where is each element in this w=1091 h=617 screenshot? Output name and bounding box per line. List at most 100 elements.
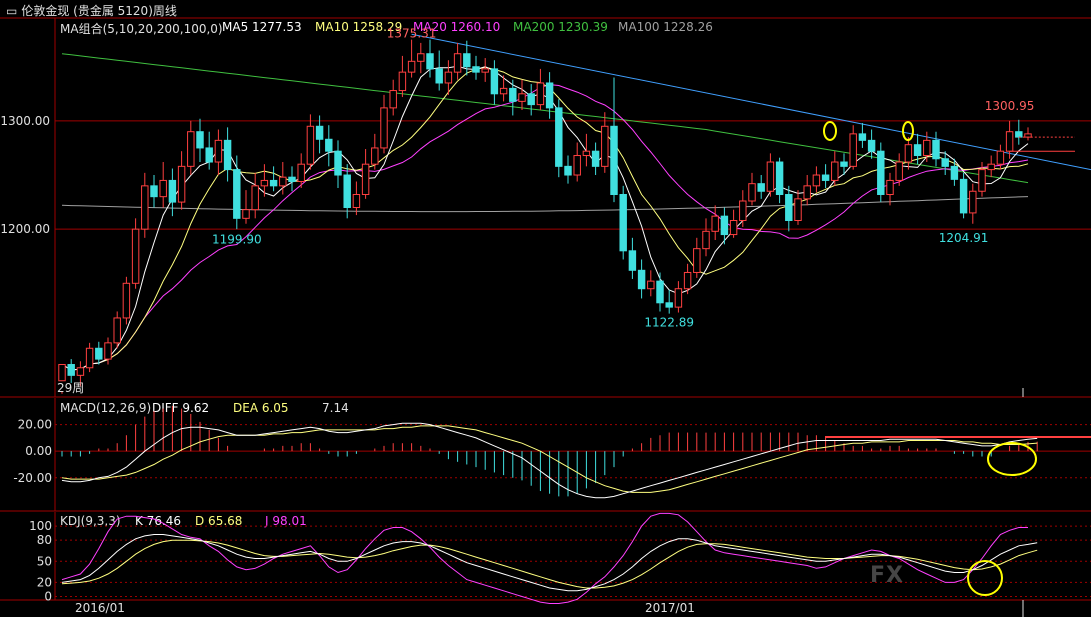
candle xyxy=(159,162,167,208)
candle-body xyxy=(233,169,241,219)
candle xyxy=(113,311,121,349)
candle-body xyxy=(269,179,278,187)
candle xyxy=(242,190,250,224)
kdj-tick-label: 50 xyxy=(37,554,52,568)
candle-body xyxy=(601,125,609,167)
low-label-1199: 1199.90 xyxy=(212,232,262,246)
candle xyxy=(288,166,296,192)
candle xyxy=(877,142,885,203)
candle-body xyxy=(831,161,839,181)
candle-body xyxy=(693,248,701,273)
candle-body xyxy=(932,139,940,160)
candle xyxy=(361,149,370,199)
candle-body xyxy=(637,269,646,290)
candle xyxy=(812,166,821,193)
candle xyxy=(407,39,416,78)
candle-body xyxy=(674,288,683,308)
kdj-tick-label: 80 xyxy=(37,533,52,547)
candle-body xyxy=(435,68,443,84)
candle xyxy=(306,114,315,170)
candle xyxy=(794,190,802,225)
candle-body xyxy=(610,125,618,196)
macd-tick-label: -20.00 xyxy=(13,471,52,485)
candle-body xyxy=(729,219,738,236)
candle xyxy=(177,151,186,210)
candle xyxy=(85,342,94,373)
candle xyxy=(932,131,940,167)
candle-body xyxy=(941,158,949,167)
candle xyxy=(803,175,811,206)
candle-body xyxy=(987,163,995,171)
ma100-line xyxy=(61,196,1029,213)
candle-body xyxy=(886,179,894,196)
candle-body xyxy=(904,144,913,163)
candle xyxy=(260,164,269,197)
candle-body xyxy=(969,190,977,214)
candle xyxy=(702,218,710,257)
candle xyxy=(417,42,425,74)
candle-body xyxy=(545,82,554,109)
candle xyxy=(628,237,637,279)
candle xyxy=(251,172,259,219)
candle xyxy=(886,172,894,206)
candle xyxy=(582,133,591,167)
candle xyxy=(969,183,977,224)
candle-body xyxy=(840,161,848,167)
candle xyxy=(1015,119,1023,145)
highlight-ellipse xyxy=(823,121,837,141)
candle xyxy=(141,172,149,238)
candle-body xyxy=(306,125,315,165)
candle-body xyxy=(499,87,508,95)
candle-body xyxy=(665,302,673,308)
candle-body xyxy=(647,280,655,290)
candle-body xyxy=(1005,131,1014,152)
kdj-tick-label: 0 xyxy=(44,589,52,603)
candle xyxy=(647,270,655,297)
gold-weekly-chart[interactable]: 1200.00 1300.00 1375.31 1199.90 1122.89 1300.… xyxy=(0,0,1091,617)
candle xyxy=(426,39,434,78)
candle-body xyxy=(297,163,305,183)
candle-body xyxy=(619,194,627,252)
candle xyxy=(766,153,775,197)
candle-body xyxy=(187,131,195,167)
candle-body xyxy=(315,125,324,140)
candle-body xyxy=(923,139,931,157)
candle-body xyxy=(380,107,388,149)
candle-body xyxy=(453,53,462,73)
candle xyxy=(509,79,517,116)
kdj-tick-label: 20 xyxy=(37,575,52,589)
candle xyxy=(748,172,756,206)
price-tick-label: 1300.00 xyxy=(0,114,50,128)
candle-body xyxy=(196,131,204,149)
candle xyxy=(831,151,839,186)
watermark-logo: FX xyxy=(870,563,904,588)
candle xyxy=(481,58,489,82)
candle xyxy=(573,142,581,182)
candle xyxy=(591,142,600,176)
candle-body xyxy=(720,215,729,236)
candle xyxy=(122,276,131,325)
candle-body xyxy=(785,194,793,221)
candle-body xyxy=(527,93,535,106)
candle-body xyxy=(536,82,545,106)
ma10-line xyxy=(61,66,1029,371)
candle xyxy=(334,140,342,189)
candle-body xyxy=(168,179,177,203)
candle xyxy=(223,127,232,182)
candle-body xyxy=(702,230,710,250)
candle-body xyxy=(978,169,986,192)
candle-body xyxy=(757,183,765,192)
candle-body xyxy=(325,138,333,152)
candle-body xyxy=(518,93,526,102)
candle-body xyxy=(407,60,416,73)
candle-body xyxy=(104,342,112,360)
candle xyxy=(987,155,995,178)
j-line xyxy=(61,512,1028,604)
candle-body xyxy=(122,282,131,319)
candle-body xyxy=(223,139,232,171)
candle-body xyxy=(849,133,857,167)
candle xyxy=(665,289,673,314)
candle-body xyxy=(996,150,1005,165)
candle-body xyxy=(821,174,830,181)
candle-body xyxy=(444,71,453,84)
